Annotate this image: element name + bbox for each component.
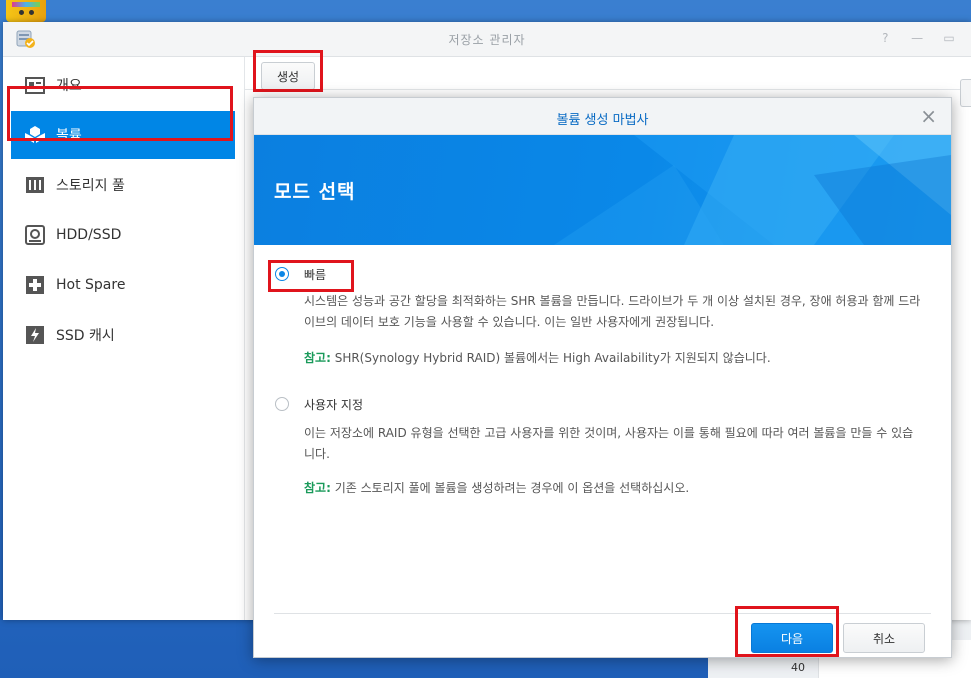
highlight-box-next [735, 606, 839, 657]
fast-note: 참고: SHR(Synology Hybrid RAID) 볼륨에서는 High… [304, 349, 924, 366]
view-options-button[interactable] [960, 79, 971, 107]
highlight-box-volume [7, 86, 233, 141]
note-text: SHR(Synology Hybrid RAID) 볼륨에서는 High Ava… [330, 351, 771, 365]
banner-pattern [554, 135, 951, 245]
custom-label: 사용자 지정 [304, 398, 364, 412]
sidebar-item-label: HDD/SSD [56, 227, 122, 243]
storage-pool-icon [24, 175, 46, 195]
custom-note: 참고: 기존 스토리지 풀에 볼륨을 생성하려는 경우에 이 옵션을 선택하십시… [304, 479, 924, 496]
window-titlebar[interactable]: 저장소 관리자 ? — ▭ [3, 22, 971, 57]
volume-creation-wizard-dialog: 볼륨 생성 마법사 × 모드 선택 빠름 시스템은 성능과 공간 할당을 최적화… [253, 97, 952, 658]
sidebar: 개요 볼륨 스토리지 풀 HDD/SSD Hot Spare SSD 캐시 [3, 57, 245, 620]
highlight-box-fast [268, 260, 354, 292]
sidebar-item-label: SSD 캐시 [56, 328, 115, 344]
background-number: 40 [791, 661, 805, 674]
sidebar-item-ssd-cache[interactable]: SSD 캐시 [11, 311, 235, 359]
sidebar-item-label: Hot Spare [56, 277, 126, 293]
close-icon[interactable]: × [920, 104, 937, 128]
dialog-titlebar[interactable]: 볼륨 생성 마법사 × [254, 98, 951, 135]
note-label: 참고: [304, 481, 331, 495]
window-title: 저장소 관리자 [448, 33, 526, 47]
sidebar-item-hot-spare[interactable]: Hot Spare [11, 261, 235, 309]
help-icon[interactable]: ? [877, 31, 893, 45]
sidebar-item-storage-pool[interactable]: 스토리지 풀 [11, 161, 235, 209]
highlight-box-create [253, 50, 323, 92]
note-text: 기존 스토리지 풀에 볼륨을 생성하려는 경우에 이 옵션을 선택하십시오. [330, 481, 690, 495]
dialog-title: 볼륨 생성 마법사 [556, 113, 649, 128]
sidebar-item-label: 스토리지 풀 [56, 178, 125, 194]
note-label: 참고: [304, 351, 331, 365]
sidebar-item-hdd-ssd[interactable]: HDD/SSD [11, 211, 235, 259]
banner-heading: 모드 선택 [274, 181, 356, 203]
custom-radio[interactable] [275, 397, 289, 411]
custom-description: 이는 저장소에 RAID 유형을 선택한 고급 사용자를 위한 것이며, 사용자… [304, 426, 914, 461]
cancel-button[interactable]: 취소 [843, 623, 925, 653]
maximize-icon[interactable]: ▭ [941, 31, 957, 45]
desktop-app-icon[interactable] [6, 0, 46, 22]
fast-description: 시스템은 성능과 공간 할당을 최적화하는 SHR 볼륨을 만듭니다. 드라이브… [304, 294, 921, 329]
minimize-icon[interactable]: — [909, 31, 925, 45]
window-controls: ? — ▭ [865, 31, 957, 45]
ssd-cache-icon [24, 325, 46, 345]
hot-spare-icon [24, 275, 46, 295]
toolbar: 생성 [245, 57, 971, 107]
hdd-icon [24, 225, 46, 245]
dialog-banner: 모드 선택 [254, 135, 951, 245]
